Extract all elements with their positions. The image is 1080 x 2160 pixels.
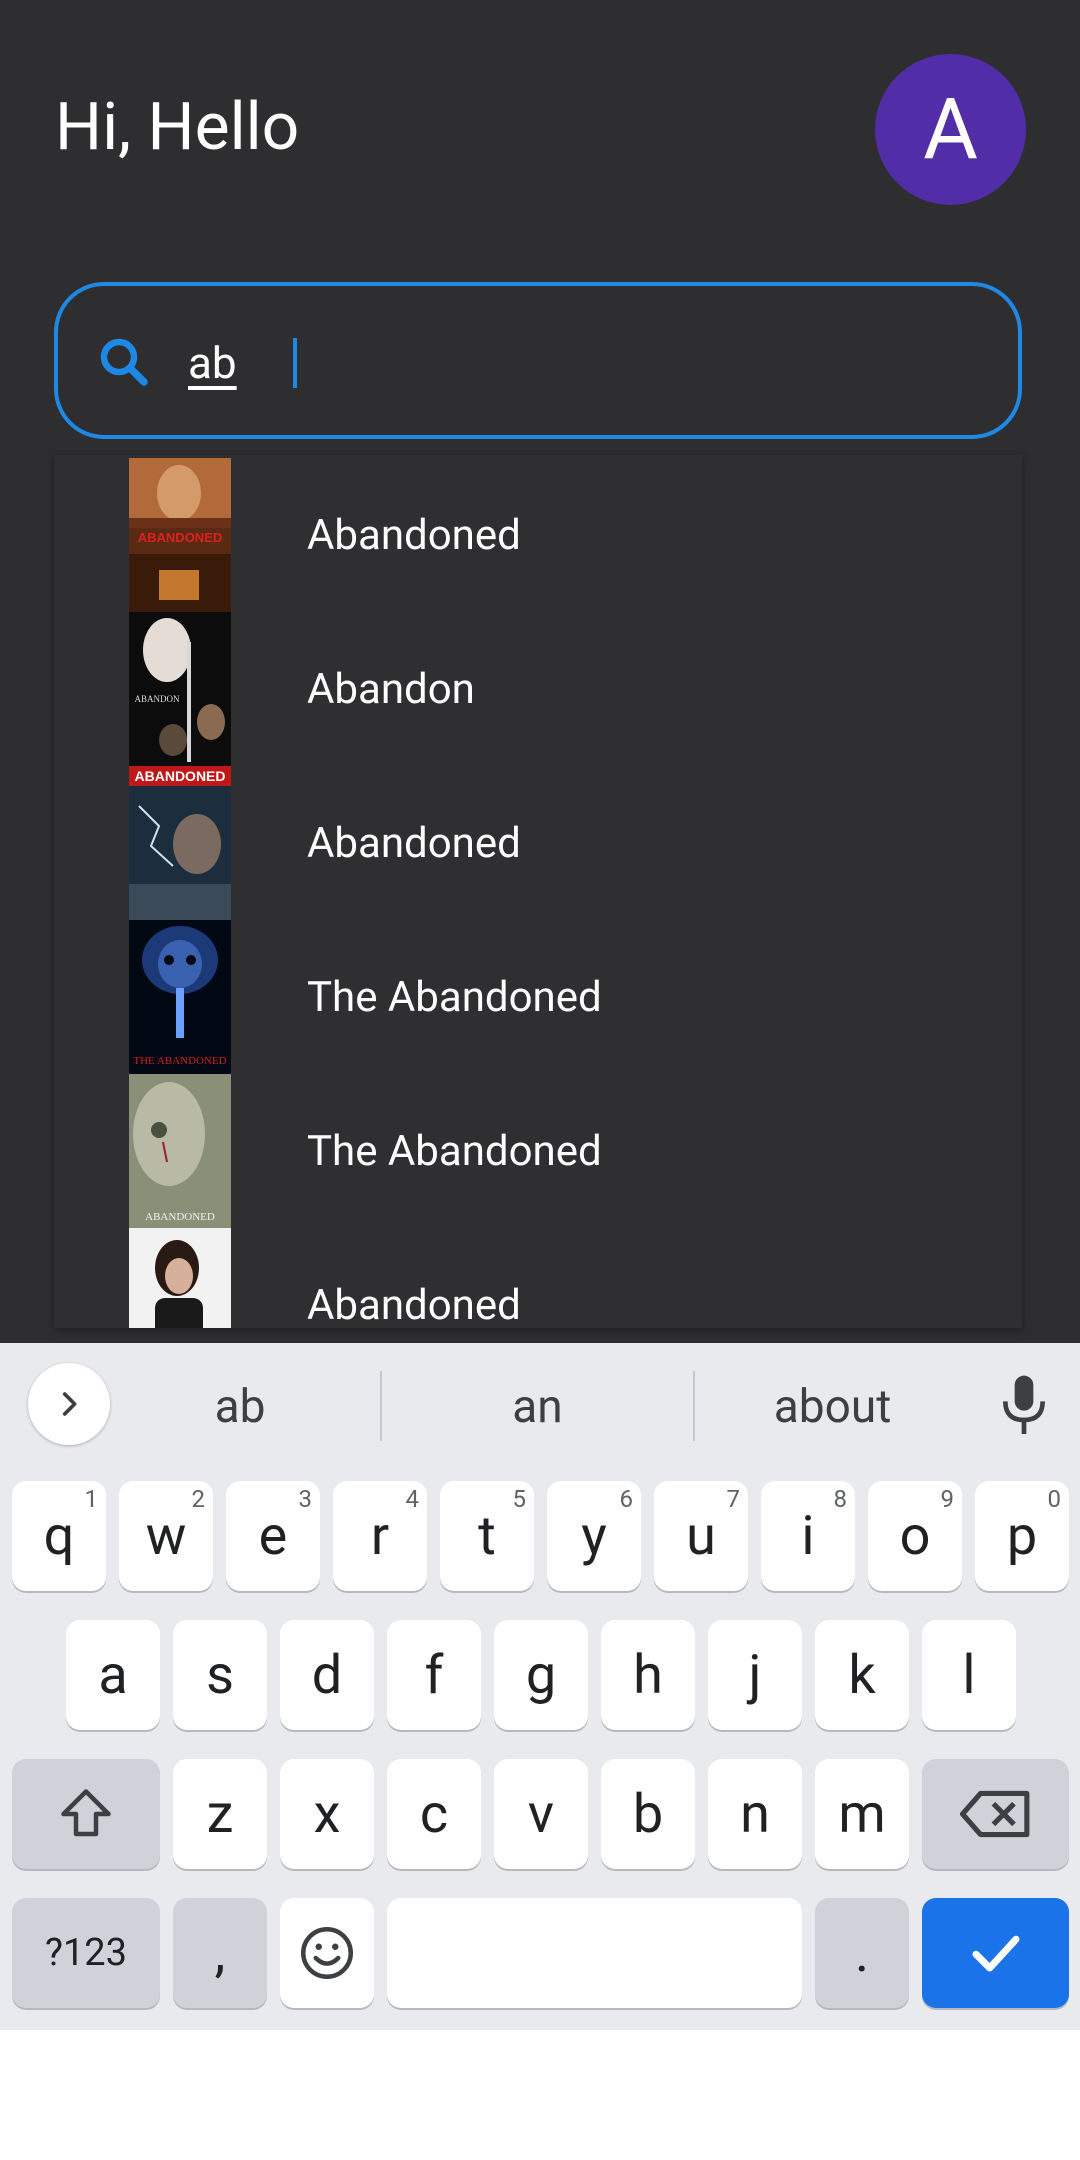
key-r[interactable]: r4 (333, 1481, 427, 1591)
backspace-icon (959, 1790, 1029, 1838)
movie-poster: THE ABANDONED (129, 920, 231, 1074)
suggestion-divider (380, 1371, 382, 1441)
result-item[interactable]: THE ABANDONED The Abandoned (54, 920, 1022, 1074)
key-g[interactable]: g (494, 1620, 588, 1730)
symbols-key[interactable]: ?123 (12, 1898, 160, 2008)
key-d[interactable]: d (280, 1620, 374, 1730)
result-item[interactable]: Abandoned (54, 1228, 1022, 1328)
result-item[interactable]: ABANDON Abandon (54, 612, 1022, 766)
result-item[interactable]: ABANDONED The Abandoned (54, 1074, 1022, 1228)
key-m[interactable]: m (815, 1759, 909, 1869)
search-field[interactable]: ab (54, 282, 1022, 439)
key-q[interactable]: q1 (12, 1481, 106, 1591)
key-x[interactable]: x (280, 1759, 374, 1869)
result-title: Abandoned (307, 511, 521, 560)
checkmark-icon (972, 1935, 1019, 1972)
key-c[interactable]: c (387, 1759, 481, 1869)
key-b[interactable]: b (601, 1759, 695, 1869)
key-e[interactable]: e3 (226, 1481, 320, 1591)
chevron-right-icon (62, 1392, 77, 1416)
emoji-key[interactable] (280, 1898, 374, 2008)
expand-toolbar-button[interactable] (28, 1363, 110, 1445)
svg-text:ABANDON: ABANDON (135, 694, 181, 704)
result-item[interactable]: ABANDONED Abandoned (54, 766, 1022, 920)
microphone-icon[interactable] (996, 1371, 1052, 1441)
result-title: The Abandoned (307, 973, 602, 1022)
key-l[interactable]: l (922, 1620, 1016, 1730)
navigation-bar (0, 2030, 1080, 2160)
soft-keyboard: ab an about q1 w2 e3 r4 t5 y6 u7 i8 o9 p… (0, 1343, 1080, 2030)
app-screen: Hi, Hello A ab ABANDONED Abandoned ABAND… (0, 0, 1080, 1343)
svg-text:THE ABANDONED: THE ABANDONED (133, 1055, 226, 1067)
result-title: Abandoned (307, 1281, 521, 1328)
period-key[interactable]: . (815, 1898, 909, 2008)
svg-text:ABANDONED: ABANDONED (138, 530, 223, 545)
suggestion-bar: ab an about (0, 1343, 1080, 1473)
suggestion-3[interactable]: about (720, 1377, 945, 1437)
key-w[interactable]: w2 (119, 1481, 213, 1591)
greeting-text: Hi, Hello (55, 89, 300, 166)
svg-text:ABANDONED: ABANDONED (135, 768, 226, 784)
key-u[interactable]: u7 (654, 1481, 748, 1591)
shift-key[interactable] (12, 1759, 160, 1869)
backspace-key[interactable] (922, 1759, 1069, 1869)
suggestion-2[interactable]: an (420, 1377, 655, 1437)
result-title: The Abandoned (307, 1127, 602, 1176)
key-a[interactable]: a (66, 1620, 160, 1730)
key-o[interactable]: o9 (868, 1481, 962, 1591)
suggestion-divider (693, 1371, 695, 1441)
key-j[interactable]: j (708, 1620, 802, 1730)
movie-poster: ABANDONED (129, 458, 231, 612)
search-results-list: ABANDONED Abandoned ABANDON Abandon ABAN… (54, 455, 1022, 1328)
key-s[interactable]: s (173, 1620, 267, 1730)
key-i[interactable]: i8 (761, 1481, 855, 1591)
space-key[interactable] (387, 1898, 802, 2008)
search-input[interactable]: ab (188, 328, 237, 398)
result-item[interactable]: ABANDONED Abandoned (54, 458, 1022, 612)
key-v[interactable]: v (494, 1759, 588, 1869)
comma-key[interactable]: , (173, 1898, 267, 2008)
emoji-icon (301, 1927, 353, 1979)
movie-poster (129, 1228, 231, 1328)
result-title: Abandon (307, 665, 475, 714)
shift-icon (61, 1789, 111, 1837)
key-y[interactable]: y6 (547, 1481, 641, 1591)
key-n[interactable]: n (708, 1759, 802, 1869)
svg-text:ABANDONED: ABANDONED (145, 1211, 215, 1223)
movie-poster: ABANDONED (129, 766, 231, 920)
key-t[interactable]: t5 (440, 1481, 534, 1591)
result-title: Abandoned (307, 819, 521, 868)
suggestion-1[interactable]: ab (140, 1377, 340, 1437)
movie-poster: ABANDON (129, 612, 231, 766)
key-z[interactable]: z (173, 1759, 267, 1869)
search-icon (100, 338, 148, 386)
avatar[interactable]: A (875, 54, 1026, 205)
enter-key[interactable] (922, 1898, 1069, 2008)
text-cursor (293, 338, 297, 388)
key-k[interactable]: k (815, 1620, 909, 1730)
key-p[interactable]: p0 (975, 1481, 1069, 1591)
key-h[interactable]: h (601, 1620, 695, 1730)
movie-poster: ABANDONED (129, 1074, 231, 1228)
key-f[interactable]: f (387, 1620, 481, 1730)
